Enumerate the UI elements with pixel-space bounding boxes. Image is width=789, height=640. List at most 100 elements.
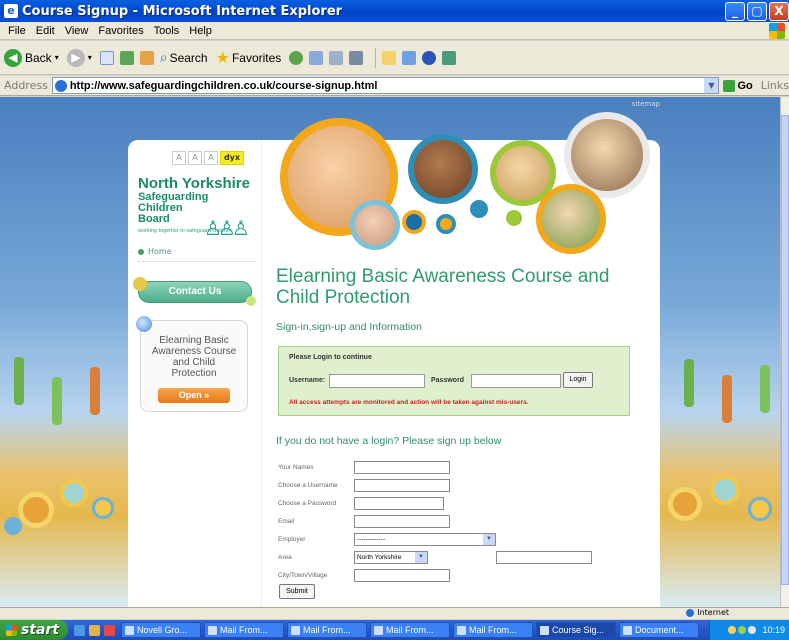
home-label: Home (148, 247, 172, 256)
logo-line1: North Yorkshire (138, 175, 250, 192)
email-field[interactable] (354, 514, 450, 528)
chevron-down-icon[interactable]: ▼ (483, 533, 495, 545)
form-row-names: Your Names (278, 460, 450, 474)
tray-icon[interactable] (738, 626, 747, 634)
security-zone: Internet (686, 608, 729, 617)
taskbar-item[interactable]: Mail From... (453, 622, 533, 638)
username-input[interactable] (329, 374, 425, 388)
orb-icon (136, 316, 152, 332)
taskbar-item-active[interactable]: Course Sig... (536, 622, 616, 638)
area-select[interactable]: North Yorkshire ▼ (354, 550, 428, 564)
maximize-button[interactable]: ▢ (747, 2, 767, 21)
outlook-quicklaunch-icon[interactable] (89, 624, 100, 636)
tray-icon[interactable] (728, 626, 737, 634)
close-button[interactable]: X (769, 2, 789, 21)
form-row-area: Area North Yorkshire ▼ (278, 550, 592, 564)
open-course-button[interactable]: Open » (158, 388, 230, 403)
taskbar-item[interactable]: Mail From... (204, 622, 284, 638)
menu-view[interactable]: View (65, 25, 89, 37)
submit-button[interactable]: Submit (279, 584, 315, 599)
taskbar-item[interactable]: Novell Gro... (121, 622, 201, 638)
menu-favorites[interactable]: Favorites (98, 25, 143, 37)
system-tray: 10:19 (709, 620, 789, 640)
font-large-button[interactable]: A (204, 151, 218, 165)
menu-help[interactable]: Help (189, 25, 212, 37)
decor-bubble (18, 492, 54, 528)
menu-bar: File Edit View Favorites Tools Help (0, 22, 789, 40)
form-row-city: City/Town/Village (278, 568, 450, 582)
back-arrow-icon: ◀ (4, 48, 22, 67)
ie-quicklaunch-icon[interactable] (74, 624, 85, 636)
home-link[interactable]: Home (138, 247, 172, 256)
section-subheading: Sign-in,sign-up and Information (276, 321, 422, 333)
messenger-icon[interactable] (442, 50, 457, 65)
history-icon[interactable] (289, 50, 304, 65)
employer-select[interactable]: ------------- ▼ (354, 532, 496, 546)
refresh-icon[interactable] (119, 50, 134, 65)
page-viewport[interactable]: sitemap A A A dyx North Yorkshire Safegu… (0, 97, 780, 607)
password-input[interactable] (471, 374, 561, 388)
vertical-scrollbar[interactable] (780, 97, 789, 607)
go-button[interactable]: Go (723, 79, 753, 92)
address-input[interactable]: http://www.safeguardingchildren.co.uk/co… (51, 77, 720, 94)
mail-icon (374, 625, 383, 635)
font-medium-button[interactable]: A (188, 151, 202, 165)
print-icon[interactable] (329, 50, 344, 65)
taskbar-item[interactable]: Document... (619, 622, 699, 638)
signup-heading: If you do not have a login? Please sign … (276, 435, 502, 447)
address-dropdown-icon[interactable]: ▼ (704, 78, 719, 93)
forward-button[interactable]: ▶ ▾ (66, 48, 92, 67)
taskbar-item-label: Mail From... (469, 625, 517, 635)
taskbar-item[interactable]: Mail From... (370, 622, 450, 638)
menu-tools[interactable]: Tools (154, 25, 180, 37)
tray-icon[interactable] (748, 626, 757, 634)
bluetooth-icon[interactable] (422, 50, 437, 65)
choose-username-input[interactable] (354, 478, 450, 492)
dyslexia-button[interactable]: dyx (220, 151, 244, 165)
decor-bubble (470, 200, 488, 218)
menu-file[interactable]: File (8, 25, 26, 37)
minimize-button[interactable]: _ (725, 2, 745, 21)
home-icon[interactable] (139, 50, 154, 65)
access-warning: All access attempts are monitored and ac… (289, 399, 529, 406)
city-input[interactable] (354, 568, 450, 582)
site-logo[interactable]: North Yorkshire Safeguarding Children Bo… (138, 175, 258, 241)
people-figures-icon: ♙♙♙ (204, 216, 250, 240)
chevron-down-icon[interactable]: ▾ (88, 53, 92, 62)
choose-password-label: Choose a Password (278, 499, 337, 507)
font-small-button[interactable]: A (172, 151, 186, 165)
contact-us-button[interactable]: Contact Us (133, 277, 256, 306)
address-url[interactable]: http://www.safeguardingchildren.co.uk/co… (70, 80, 378, 92)
course-promo-box: Elearning Basic Awareness Course and Chi… (136, 316, 248, 412)
sitemap-link[interactable]: sitemap (632, 100, 660, 108)
edit-icon[interactable] (349, 50, 364, 65)
media-quicklaunch-icon[interactable] (104, 624, 115, 636)
chevron-down-icon[interactable]: ▼ (415, 551, 427, 563)
taskbar-item[interactable]: Mail From... (287, 622, 367, 638)
zone-label: Internet (697, 608, 729, 617)
decor-child-figure (722, 375, 732, 423)
stop-icon[interactable] (99, 50, 114, 65)
back-button[interactable]: ◀ Back ▾ (4, 48, 59, 67)
font-size-controls: A A A dyx (172, 151, 244, 165)
window-title-bar[interactable]: e Course Signup - Microsoft Internet Exp… (0, 0, 789, 22)
links-button[interactable]: Links (761, 79, 789, 92)
chevron-down-icon[interactable]: ▾ (55, 53, 59, 62)
quick-launch (74, 624, 115, 636)
scrollbar-thumb[interactable] (781, 115, 789, 585)
your-names-input[interactable] (354, 460, 450, 474)
area-other-input[interactable] (496, 550, 592, 564)
search-button[interactable]: ⌕ Search (160, 49, 208, 66)
folder-icon[interactable] (382, 50, 397, 65)
menu-edit[interactable]: Edit (36, 25, 55, 37)
employer-selected-value: ------------- (357, 535, 386, 543)
globe-icon (686, 608, 695, 617)
login-button[interactable]: Login (563, 372, 593, 388)
decor-bubble (92, 497, 114, 519)
decor-bubble (748, 497, 772, 521)
discuss-icon[interactable] (402, 50, 417, 65)
choose-password-input[interactable] (354, 496, 444, 510)
favorites-button[interactable]: ★ Favorites (216, 48, 282, 68)
mail-icon[interactable] (309, 50, 324, 65)
start-button[interactable]: start (0, 620, 68, 640)
